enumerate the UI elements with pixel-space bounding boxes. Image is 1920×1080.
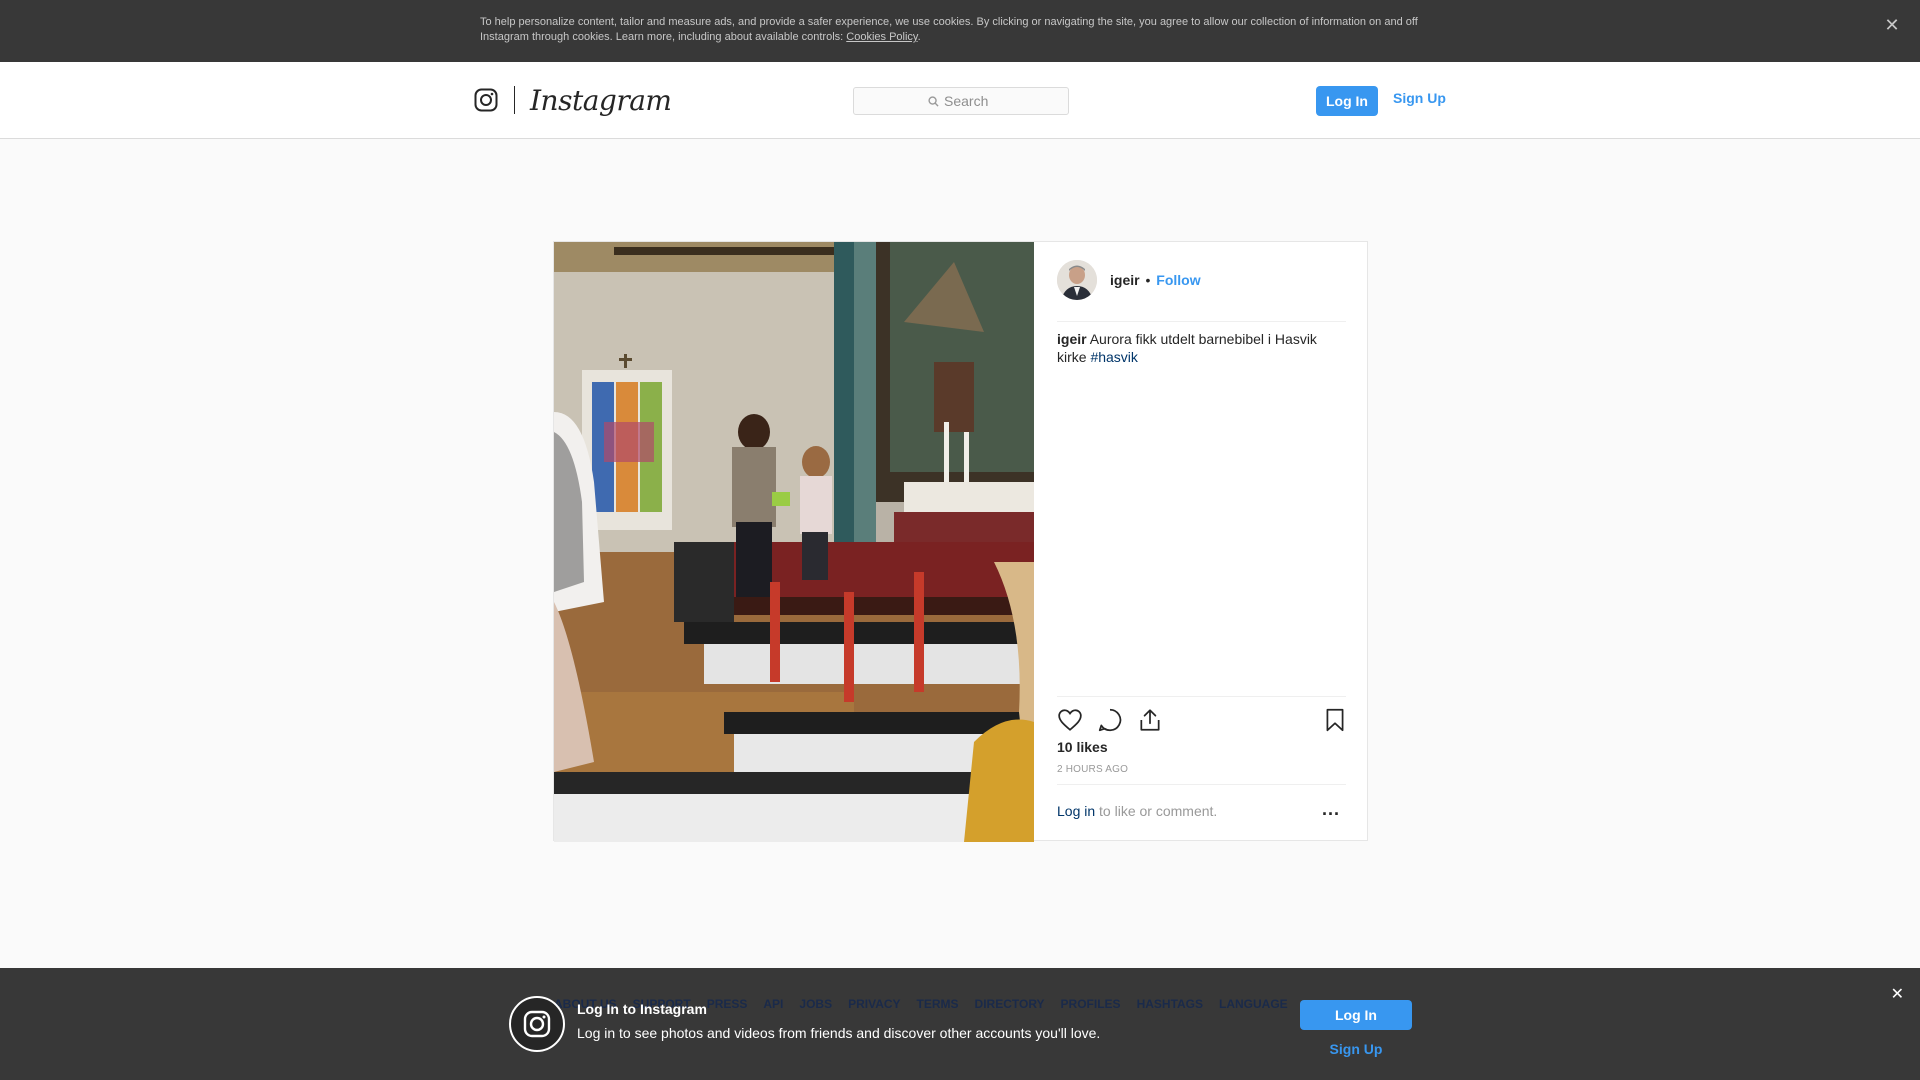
- post-header: igeir • Follow: [1057, 260, 1346, 322]
- instagram-wordmark[interactable]: Instagram: [530, 84, 672, 117]
- post-photo[interactable]: [554, 242, 1034, 842]
- author-username[interactable]: igeir: [1110, 272, 1140, 288]
- more-options-button[interactable]: ...: [1322, 799, 1340, 820]
- banner-login-button[interactable]: Log In: [1300, 1000, 1412, 1030]
- footer-link[interactable]: PRIVACY: [848, 997, 900, 1011]
- cookie-close-icon[interactable]: ✕: [1882, 15, 1902, 35]
- cookie-period: .: [917, 31, 921, 43]
- nav-inner: Instagram Log In Sign Up: [474, 62, 1449, 139]
- footer-link[interactable]: API: [763, 997, 783, 1011]
- cookie-banner: To help personalize content, tailor and …: [0, 0, 1920, 62]
- cookie-text: To help personalize content, tailor and …: [480, 15, 1420, 45]
- top-nav: Instagram Log In Sign Up: [0, 62, 1920, 139]
- post-card: igeir • Follow igeir Aurora fikk utdelt …: [553, 241, 1369, 842]
- signup-link[interactable]: Sign Up: [1393, 90, 1446, 106]
- search-inner: [854, 88, 1068, 114]
- share-icon[interactable]: [1137, 707, 1163, 733]
- footer-link[interactable]: TERMS: [917, 997, 959, 1011]
- footer-link[interactable]: JOBS: [799, 997, 832, 1011]
- footer-link[interactable]: DIRECTORY: [975, 997, 1045, 1011]
- banner-close-icon[interactable]: ✕: [1891, 984, 1904, 1004]
- comment-prompt-text: to like or comment.: [1095, 803, 1218, 819]
- search-input[interactable]: [944, 93, 994, 109]
- nav-divider: [514, 86, 515, 114]
- bookmark-icon[interactable]: [1322, 707, 1348, 733]
- login-link[interactable]: Log in: [1057, 803, 1095, 819]
- post-caption: igeir Aurora fikk utdelt barnebibel i Ha…: [1057, 330, 1346, 366]
- church-photo: [554, 242, 1034, 842]
- login-banner: ABOUT US SUPPORT PRESS API JOBS PRIVACY …: [0, 968, 1920, 1080]
- instagram-app-icon: [509, 996, 565, 1052]
- caption-username[interactable]: igeir: [1057, 331, 1087, 347]
- login-button[interactable]: Log In: [1316, 86, 1378, 116]
- follow-button[interactable]: Follow: [1156, 272, 1200, 288]
- post-side-panel: igeir • Follow igeir Aurora fikk utdelt …: [1034, 242, 1369, 842]
- footer-link[interactable]: PRESS: [707, 997, 748, 1011]
- likes-count[interactable]: 10 likes: [1057, 739, 1108, 755]
- post-actions: [1057, 696, 1346, 736]
- footer-link[interactable]: HASHTAGS: [1137, 997, 1203, 1011]
- banner-signup-link[interactable]: Sign Up: [1300, 1041, 1412, 1057]
- comment-row: Log in to like or comment. ...: [1057, 784, 1346, 842]
- hashtag-link[interactable]: #hasvik: [1090, 349, 1137, 365]
- banner-title: Log In to Instagram: [577, 1001, 707, 1017]
- comment-prompt: Log in to like or comment.: [1057, 803, 1217, 819]
- instagram-camera-icon[interactable]: [474, 88, 498, 112]
- heart-icon[interactable]: [1057, 707, 1083, 733]
- search-icon: [928, 95, 939, 107]
- cookies-policy-link[interactable]: Cookies Policy: [846, 31, 917, 43]
- separator-dot: •: [1145, 272, 1151, 288]
- post-timestamp: 2 HOURS AGO: [1057, 764, 1129, 775]
- footer-link[interactable]: LANGUAGE: [1219, 997, 1288, 1011]
- avatar-image: [1057, 260, 1097, 300]
- search-box[interactable]: [853, 87, 1069, 115]
- avatar[interactable]: [1057, 260, 1097, 300]
- author-line: igeir • Follow: [1110, 272, 1201, 288]
- instagram-camera-icon: [523, 1010, 551, 1038]
- cookie-message: To help personalize content, tailor and …: [480, 16, 1418, 43]
- footer-link[interactable]: PROFILES: [1061, 997, 1121, 1011]
- banner-subtitle: Log in to see photos and videos from fri…: [577, 1025, 1101, 1041]
- comment-icon[interactable]: [1097, 707, 1123, 733]
